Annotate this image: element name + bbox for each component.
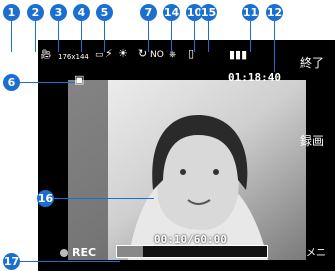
leader-line	[11, 20, 12, 52]
image-size-icon: 176x144	[58, 52, 89, 62]
callout-marker-15: 15	[200, 4, 217, 21]
leader-line	[104, 20, 105, 52]
leader-line	[274, 20, 275, 72]
callout-marker-3: 3	[50, 4, 67, 21]
menu-softkey[interactable]: メニ	[306, 244, 326, 259]
callout-marker-1: 1	[3, 4, 20, 21]
brightness-icon: ☀︎	[118, 47, 128, 60]
self-timer-icon: ▣	[74, 73, 85, 86]
leader-line	[208, 20, 209, 52]
rec-dot-icon	[60, 249, 68, 257]
leader-line	[58, 20, 59, 52]
recording-progress-bar	[116, 245, 268, 258]
callout-marker-12: 12	[266, 4, 283, 21]
elapsed-time: 01:18:40	[228, 71, 281, 84]
no-sound-icon: NO	[150, 50, 164, 60]
record-softkey[interactable]: 録画	[300, 132, 324, 149]
camera-mode-icon: 🎥︎	[40, 50, 52, 60]
callout-marker-6: 6	[3, 74, 20, 91]
rec-label: REC	[72, 246, 97, 259]
end-softkey[interactable]: 終了	[300, 54, 324, 71]
rec-indicator: REC	[60, 246, 96, 259]
callout-marker-17: 17	[3, 253, 20, 270]
leader-line	[20, 261, 120, 262]
recording-progress-fill	[117, 246, 143, 257]
flash-icon: ⚡︎	[105, 47, 113, 60]
quality-icon: ▭	[95, 50, 104, 60]
callout-marker-4: 4	[73, 4, 90, 21]
no-sound-label: NO	[150, 50, 164, 60]
camera-screen: 🎥︎ 176x144 ▭ ⚡︎ ☀︎ ▣ ↻ NO ⎈ ▯ ▮▮▮ 01:18:…	[38, 40, 335, 271]
callout-marker-16: 16	[37, 190, 54, 207]
image-size-label: 176x144	[58, 53, 89, 61]
leader-line	[171, 20, 172, 52]
leader-line	[194, 20, 195, 52]
leader-line	[35, 20, 36, 52]
callout-marker-5: 5	[96, 4, 113, 21]
callout-marker-2: 2	[27, 4, 44, 21]
leader-line	[81, 20, 82, 52]
callout-marker-14: 14	[163, 4, 180, 21]
timer-icon: ↻	[138, 47, 148, 60]
battery-icon: ▮▮▮	[229, 48, 248, 61]
leader-line	[148, 20, 149, 52]
leader-line	[20, 82, 75, 83]
leader-line	[250, 20, 251, 52]
callout-marker-7: 7	[140, 4, 157, 21]
leader-line	[54, 198, 154, 199]
callout-marker-11: 11	[242, 4, 259, 21]
